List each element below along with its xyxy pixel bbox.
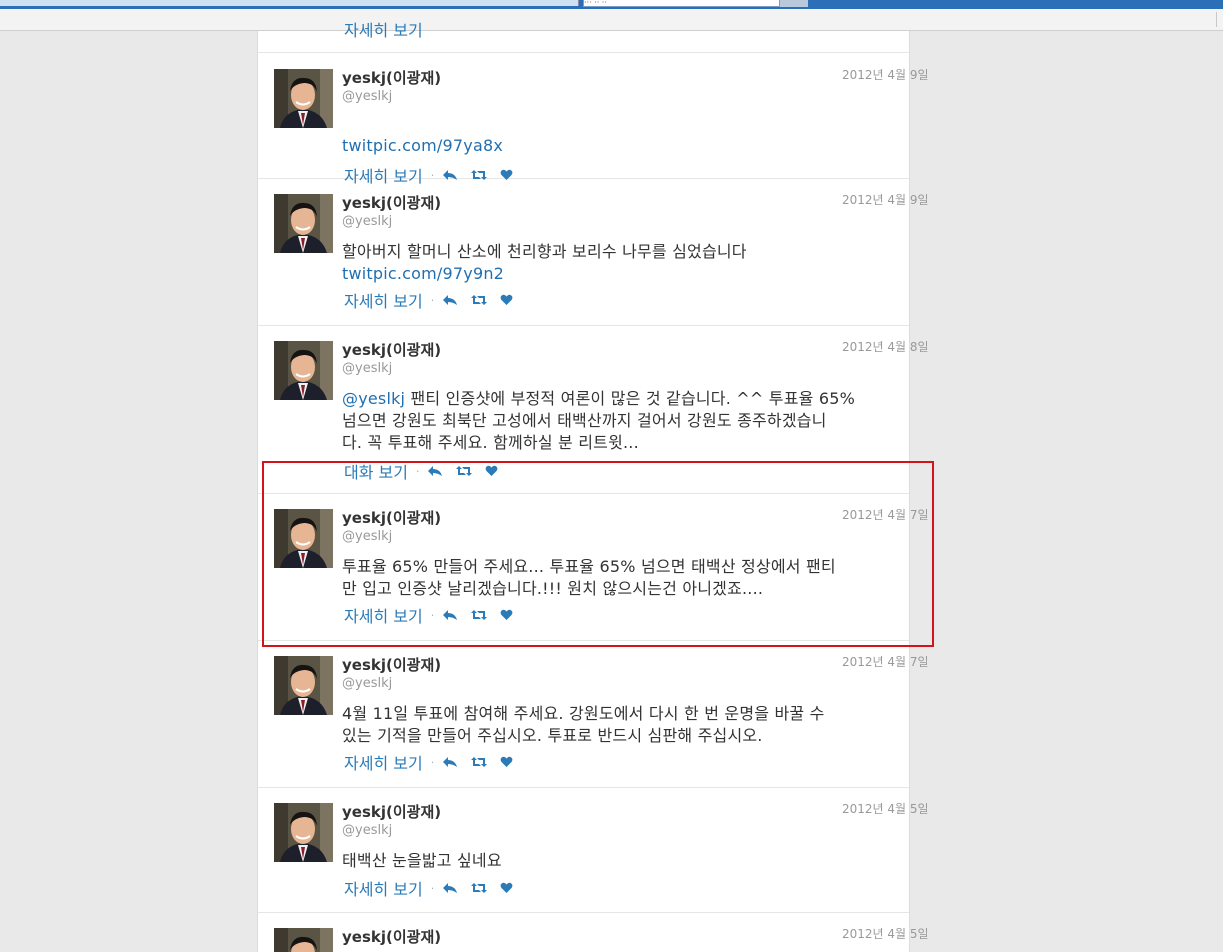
profile-photo <box>274 341 333 400</box>
tweet-link[interactable]: twitpic.com/97y9n2 <box>342 264 504 283</box>
avatar[interactable] <box>274 194 333 253</box>
tweet-text: @yeslkj 팬티 인증샷에 부정적 여론이 많은 것 같습니다. ^^ 투표… <box>342 388 902 454</box>
tweet-text-line: 있는 기적을 만들어 주십시오. 투표로 반드시 심판해 주십시오. <box>342 726 763 745</box>
toolbar-separator <box>1216 12 1217 27</box>
tweet-date[interactable]: 2012년 4월 5일 <box>842 925 929 942</box>
tweet-text: 4월 11일 투표에 참여해 주세요. 강원도에서 다시 한 번 운명을 바꿀 … <box>342 703 902 747</box>
retweet-icon[interactable] <box>470 882 488 894</box>
avatar[interactable] <box>274 69 333 128</box>
tweet-date[interactable]: 2012년 4월 9일 <box>842 66 929 83</box>
details-link[interactable]: 자세히 보기 <box>344 876 423 900</box>
retweet-icon[interactable] <box>470 756 488 768</box>
user-name[interactable]: yeskj(이광재) <box>342 192 441 213</box>
avatar[interactable] <box>274 803 333 862</box>
separator-dot: · <box>430 881 435 895</box>
tweet-actions: 자세히 보기 · <box>344 288 525 312</box>
retweet-icon[interactable] <box>470 294 488 306</box>
tweet-actions: 자세히 보기 · <box>344 876 525 900</box>
user-name[interactable]: yeskj(이광재) <box>342 67 441 88</box>
tweet-text: 할아버지 할머니 산소에 천리향과 보리수 나무를 심었습니다 twitpic.… <box>342 241 902 285</box>
tweet-text-line: 4월 11일 투표에 참여해 주세요. 강원도에서 다시 한 번 운명을 바꿀 … <box>342 704 825 723</box>
user-name[interactable]: yeskj(이광재) <box>342 654 441 675</box>
browser-tab-button[interactable] <box>780 0 808 7</box>
user-name[interactable]: yeskj(이광재) <box>342 339 441 360</box>
tweet-text: 태백산 눈을밟고 싶네요 <box>342 850 902 872</box>
browser-tab-left[interactable] <box>0 0 579 6</box>
tweet-date[interactable]: 2012년 4월 7일 <box>842 653 929 670</box>
user-name[interactable]: yeskj(이광재) <box>342 801 441 822</box>
details-link[interactable]: 자세히 보기 <box>344 750 423 774</box>
tweet-link[interactable]: twitpic.com/97ya8x <box>342 136 503 155</box>
user-handle[interactable]: @yeslkj <box>342 89 392 104</box>
heart-icon[interactable] <box>500 882 513 894</box>
avatar[interactable] <box>274 656 333 715</box>
avatar[interactable] <box>274 341 333 400</box>
tweet[interactable]: yeskj(이광재) 2012년 4월 5일 <box>258 912 929 952</box>
reply-icon[interactable] <box>442 294 458 306</box>
tweet-text-line: 다. 꼭 투표해 주세요. 함께하실 분 리트윗... <box>342 433 639 452</box>
tweet-text: twitpic.com/97ya8x <box>342 135 902 157</box>
heart-icon[interactable] <box>500 294 513 306</box>
avatar[interactable] <box>274 928 333 952</box>
tweet[interactable]: yeskj(이광재) @yeslkj 2012년 4월 5일 태백산 눈을밟고 … <box>258 787 929 913</box>
tweet-actions: 자세히 보기 · <box>344 750 525 774</box>
tweet-text-line: 넘으면 강원도 최북단 고성에서 태백산까지 걸어서 강원도 종주하겠습니 <box>342 411 827 430</box>
user-handle[interactable]: @yeslkj <box>342 823 392 838</box>
reply-icon[interactable] <box>442 756 458 768</box>
separator-dot: · <box>430 293 435 307</box>
browser-tab-strip: ··· ·· ·· <box>0 0 1223 9</box>
tweet-date[interactable]: 2012년 4월 5일 <box>842 800 929 817</box>
mention-link[interactable]: @yeslkj <box>342 389 405 408</box>
tweet-text-line: 팬티 인증샷에 부정적 여론이 많은 것 같습니다. ^^ 투표율 65% <box>405 389 855 408</box>
profile-photo <box>274 928 333 952</box>
user-name[interactable]: yeskj(이광재) <box>342 926 441 947</box>
tweet-text-line: 할아버지 할머니 산소에 천리향과 보리수 나무를 심었습니다 <box>342 242 747 261</box>
tweet-partial <box>258 31 909 53</box>
browser-toolbar <box>0 9 1223 31</box>
highlight-box <box>262 461 934 647</box>
tweet[interactable]: yeskj(이광재) @yeslkj 2012년 4월 7일 4월 11일 투표… <box>258 640 929 788</box>
browser-tab-active[interactable]: ··· ·· ·· <box>583 0 780 7</box>
reply-icon[interactable] <box>442 882 458 894</box>
details-link[interactable]: 자세히 보기 <box>344 288 423 312</box>
profile-photo <box>274 69 333 128</box>
tweet[interactable]: yeskj(이광재) @yeslkj 2012년 4월 9일 할아버지 할머니 … <box>258 178 929 326</box>
tweet-date[interactable]: 2012년 4월 9일 <box>842 191 929 208</box>
separator-dot: · <box>430 755 435 769</box>
user-handle[interactable]: @yeslkj <box>342 676 392 691</box>
profile-photo <box>274 656 333 715</box>
user-handle[interactable]: @yeslkj <box>342 361 392 376</box>
browser-tab-text: ··· ·· ·· <box>584 0 607 7</box>
tweet-date[interactable]: 2012년 4월 8일 <box>842 338 929 355</box>
profile-photo <box>274 803 333 862</box>
tweet[interactable]: yeskj(이광재) @yeslkj 2012년 4월 9일 twitpic.c… <box>258 52 929 186</box>
user-handle[interactable]: @yeslkj <box>342 214 392 229</box>
heart-icon[interactable] <box>500 756 513 768</box>
tweet-text-line: 태백산 눈을밟고 싶네요 <box>342 851 502 870</box>
profile-photo <box>274 194 333 253</box>
